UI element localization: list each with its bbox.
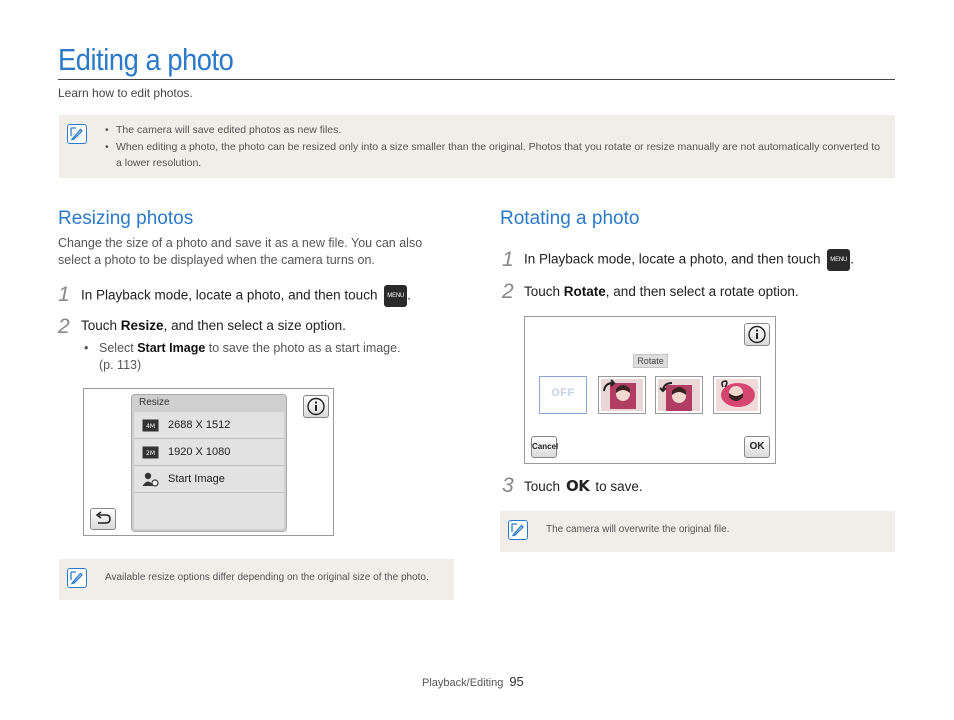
step-number: 2 [502, 280, 514, 303]
resize-option-start-image[interactable]: Start Image [134, 466, 284, 493]
back-icon [95, 511, 111, 524]
rotate-note-box: The camera will overwrite the original f… [500, 511, 895, 552]
step-text-pre: Touch [524, 284, 564, 299]
resize-option-2688x1512[interactable]: 4M 2688 X 1512 [134, 412, 284, 439]
rotate-note-text: The camera will overwrite the original f… [546, 524, 730, 535]
step-suffix: . [407, 287, 411, 303]
rotate-180-thumbnail [716, 379, 758, 411]
page-subtitle: Learn how to edit photos. [58, 86, 193, 100]
resize-menu: Resize 4M 2688 X 1512 2M 1920 X 1080 Sta… [131, 394, 287, 532]
resize-4m-icon: 4M [142, 419, 159, 432]
step-text: In Playback mode, locate a photo, and th… [81, 287, 378, 303]
sub-bullet-bold: Start Image [137, 341, 206, 355]
footer-section: Playback/Editing [422, 677, 504, 689]
top-note-box: The camera will save edited photos as ne… [59, 115, 895, 178]
info-button[interactable] [744, 323, 770, 346]
resize-heading: Resizing photos [58, 208, 194, 229]
off-label: OFF [551, 387, 575, 399]
resize-2m-icon: 2M [142, 446, 159, 459]
rotate-screen: Rotate OFF Cancel OK [524, 316, 776, 464]
step-bold: Resize [120, 318, 164, 333]
svg-text:2M: 2M [146, 450, 155, 457]
menu-icon: MENU [827, 249, 851, 271]
rotate-off-option[interactable]: OFF [539, 376, 587, 414]
rotate-right-option[interactable] [655, 376, 703, 414]
back-button[interactable] [90, 508, 116, 530]
note-icon [508, 520, 528, 540]
step-text-pre: Touch [81, 318, 121, 333]
note-icon [67, 568, 87, 588]
resize-menu-title: Resize [139, 397, 170, 408]
menu-icon: MENU [384, 285, 408, 307]
svg-text:4M: 4M [146, 423, 155, 430]
resize-option-1920x1080[interactable]: 2M 1920 X 1080 [134, 439, 284, 466]
resize-intro: Change the size of a photo and save it a… [58, 236, 423, 267]
page-reference: (p. 113) [99, 358, 142, 372]
rotate-step-2: Touch Rotate, and then select a rotate o… [524, 284, 799, 299]
resize-menu-list: 4M 2688 X 1512 2M 1920 X 1080 Start Imag… [134, 412, 284, 529]
resize-screen: Resize 4M 2688 X 1512 2M 1920 X 1080 Sta… [83, 388, 334, 536]
rotate-step-3: Touch OK to save. [524, 477, 643, 495]
top-note-bullet: The camera will save edited photos as ne… [105, 122, 885, 139]
rotate-right-thumbnail [658, 379, 700, 411]
step-number: 1 [502, 248, 514, 271]
step-number: 1 [58, 283, 70, 306]
info-icon [307, 397, 325, 416]
sub-bullet-post: to save the photo as a start image. [205, 341, 401, 355]
ok-button[interactable]: OK [744, 436, 770, 458]
info-button[interactable] [303, 395, 329, 418]
start-image-icon [142, 472, 159, 487]
step-text: In Playback mode, locate a photo, and th… [524, 251, 821, 267]
info-icon [748, 325, 766, 344]
resize-step-2: Touch Resize, and then select a size opt… [81, 318, 346, 333]
step-text-post: , and then select a size option. [163, 318, 346, 333]
step-number: 2 [58, 315, 70, 338]
sub-bullet-pre: Select [99, 341, 138, 355]
rotate-heading: Rotating a photo [500, 208, 640, 229]
page-footer: Playback/Editing 95 [422, 674, 524, 689]
page-title: Editing a photo [58, 42, 234, 77]
rotate-step-1: In Playback mode, locate a photo, and th… [524, 249, 854, 271]
title-divider [58, 79, 895, 80]
step-text-post: , and then select a rotate option. [605, 284, 799, 299]
step-bold: Rotate [563, 284, 606, 299]
resize-option-label: 1920 X 1080 [168, 446, 231, 458]
ok-icon: OK [566, 477, 590, 495]
note-icon [67, 124, 87, 144]
rotate-180-option[interactable] [713, 376, 761, 414]
top-note-bullet: When editing a photo, the photo can be r… [105, 139, 885, 172]
cancel-button[interactable]: Cancel [531, 436, 559, 458]
step-text-pre: Touch [524, 479, 561, 494]
rotate-label: Rotate [633, 354, 668, 368]
step-number: 3 [502, 474, 514, 497]
resize-note-box: Available resize options differ dependin… [59, 559, 454, 600]
resize-step-1: In Playback mode, locate a photo, and th… [81, 285, 411, 307]
cancel-label: Cancel [532, 442, 559, 451]
resize-option-label: Start Image [168, 473, 225, 485]
resize-note-text: Available resize options differ dependin… [105, 572, 429, 583]
resize-option-label: 2688 X 1512 [168, 419, 231, 431]
step-text-post: to save. [595, 479, 643, 494]
rotate-left-thumbnail [601, 379, 643, 411]
page-number: 95 [509, 674, 524, 689]
ok-label: OK [749, 441, 765, 452]
step-suffix: . [850, 251, 854, 267]
top-note-list: The camera will save edited photos as ne… [105, 122, 885, 172]
rotate-left-option[interactable] [598, 376, 646, 414]
